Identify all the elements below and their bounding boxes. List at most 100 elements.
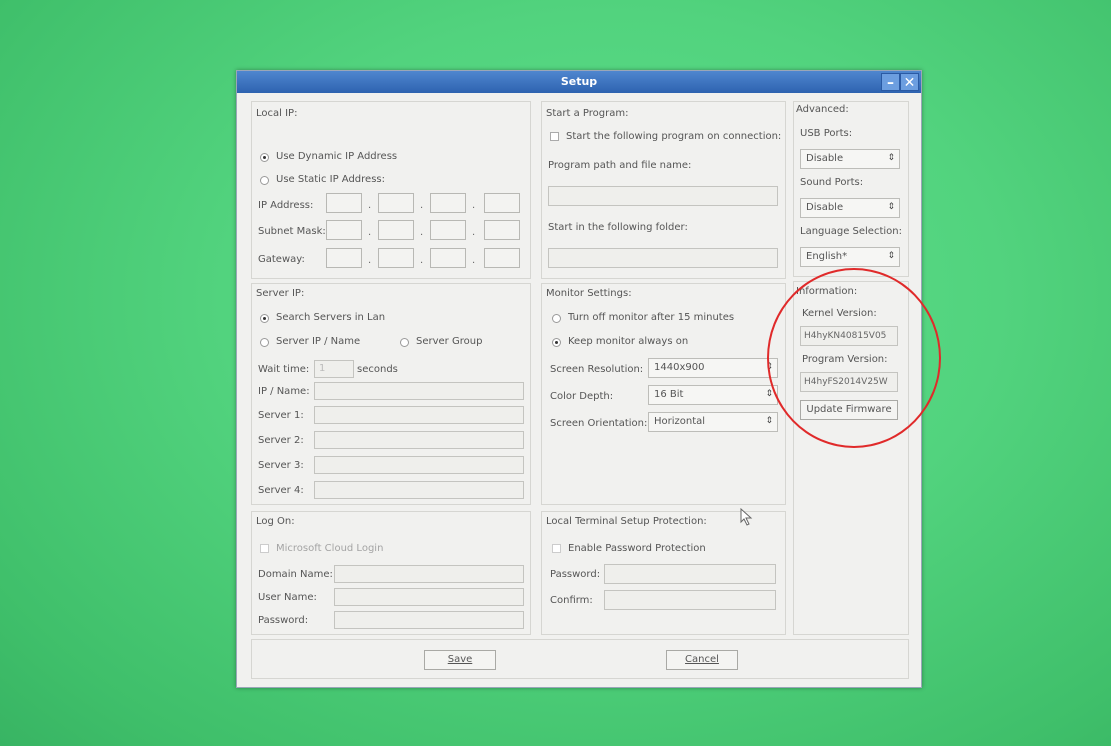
orientation-label: Screen Orientation: (550, 418, 648, 429)
local-ip-title: Local IP: (256, 108, 298, 119)
annotation-circle (767, 268, 941, 448)
server-1-input[interactable] (314, 406, 524, 424)
subnet-octet-2[interactable] (378, 220, 414, 240)
advanced-title: Advanced: (796, 104, 849, 115)
ip-name-input[interactable] (314, 382, 524, 400)
ip-address-label: IP Address: (258, 200, 314, 211)
cancel-button-label: Cancel (685, 654, 719, 665)
color-depth-value: 16 Bit (654, 389, 684, 400)
ip-octet-1[interactable] (326, 193, 362, 213)
resolution-label: Screen Resolution: (550, 364, 644, 375)
ip-name-label: IP / Name: (258, 386, 310, 397)
server-4-input[interactable] (314, 481, 524, 499)
ip-octet-2[interactable] (378, 193, 414, 213)
minimize-icon[interactable]: – (881, 73, 900, 91)
confirm-password-input[interactable] (604, 590, 776, 610)
server-1-label: Server 1: (258, 410, 304, 421)
monitor-settings-group: Monitor Settings: Turn off monitor after… (541, 283, 786, 505)
protection-password-input[interactable] (604, 564, 776, 584)
start-folder-input[interactable] (548, 248, 778, 268)
server-ip-name-radio[interactable] (260, 338, 269, 347)
subnet-octet-3[interactable] (430, 220, 466, 240)
subnet-mask-label: Subnet Mask: (258, 226, 326, 237)
ip-octet-4[interactable] (484, 193, 520, 213)
language-label: Language Selection: (800, 226, 902, 237)
sound-ports-select[interactable]: Disable ⇕ (800, 198, 900, 218)
user-name-label: User Name: (258, 592, 317, 603)
gateway-label: Gateway: (258, 254, 305, 265)
keep-monitor-on-radio[interactable] (552, 338, 561, 347)
cloud-login-label: Microsoft Cloud Login (276, 543, 384, 554)
save-button[interactable]: Save (424, 650, 496, 670)
sound-ports-value: Disable (806, 202, 844, 213)
ip-octet-3[interactable] (430, 193, 466, 213)
language-value: English* (806, 251, 848, 262)
static-ip-label: Use Static IP Address: (276, 174, 385, 185)
close-icon[interactable]: ✕ (900, 73, 919, 91)
resolution-select[interactable]: 1440x900 ⇕ (648, 358, 778, 378)
gateway-dot: . (420, 255, 424, 266)
mouse-cursor-icon (740, 508, 753, 526)
save-button-label: Save (447, 654, 473, 665)
server-group-radio[interactable] (400, 338, 409, 347)
program-path-label: Program path and file name: (548, 160, 692, 171)
server-3-input[interactable] (314, 456, 524, 474)
title-bar[interactable]: Setup – ✕ (237, 71, 921, 93)
enable-password-checkbox[interactable] (552, 544, 561, 553)
subnet-octet-4[interactable] (484, 220, 520, 240)
footer-bar: Save Cancel (251, 639, 909, 679)
language-select[interactable]: English* ⇕ (800, 247, 900, 267)
search-servers-radio[interactable] (260, 314, 269, 323)
gateway-octet-1[interactable] (326, 248, 362, 268)
color-depth-select[interactable]: 16 Bit ⇕ (648, 385, 778, 405)
gateway-octet-3[interactable] (430, 248, 466, 268)
subnet-octet-1[interactable] (326, 220, 362, 240)
server-2-input[interactable] (314, 431, 524, 449)
dynamic-ip-radio[interactable] (260, 153, 269, 162)
static-ip-radio[interactable] (260, 176, 269, 185)
server-ip-name-label: Server IP / Name (276, 336, 361, 347)
server-4-label: Server 4: (258, 485, 304, 496)
orientation-value: Horizontal (654, 416, 706, 427)
usb-ports-label: USB Ports: (800, 128, 853, 139)
user-name-input[interactable] (334, 588, 524, 606)
confirm-label: Confirm: (550, 595, 593, 606)
server-ip-group: Server IP: Search Servers in Lan Server … (251, 283, 531, 505)
wait-time-spinner[interactable]: 1 (314, 360, 354, 378)
domain-name-label: Domain Name: (258, 569, 333, 580)
cancel-button[interactable]: Cancel (666, 650, 738, 670)
cloud-login-checkbox[interactable] (260, 544, 269, 553)
gateway-dot: . (368, 255, 372, 266)
gateway-dot: . (472, 255, 476, 266)
local-ip-group: Local IP: Use Dynamic IP Address Use Sta… (251, 101, 531, 279)
ip-dot: . (420, 200, 424, 211)
domain-name-input[interactable] (334, 565, 524, 583)
keep-monitor-on-label: Keep monitor always on (568, 336, 689, 347)
window-title: Setup (560, 75, 598, 88)
gateway-octet-4[interactable] (484, 248, 520, 268)
usb-ports-select[interactable]: Disable ⇕ (800, 149, 900, 169)
ip-dot: . (472, 200, 476, 211)
setup-protection-title: Local Terminal Setup Protection: (546, 516, 707, 527)
start-program-checkbox-label: Start the following program on connectio… (566, 131, 782, 142)
start-program-title: Start a Program: (546, 108, 629, 119)
start-program-checkbox[interactable] (550, 132, 559, 141)
program-path-input[interactable] (548, 186, 778, 206)
orientation-select[interactable]: Horizontal ⇕ (648, 412, 778, 432)
server-group-label: Server Group (416, 336, 483, 347)
updown-icon: ⇕ (887, 202, 895, 212)
server-ip-title: Server IP: (256, 288, 305, 299)
subnet-dot: . (368, 227, 372, 238)
resolution-value: 1440x900 (654, 362, 705, 373)
password-input[interactable] (334, 611, 524, 629)
start-program-group: Start a Program: Start the following pro… (541, 101, 786, 279)
search-servers-label: Search Servers in Lan (276, 312, 386, 323)
setup-protection-group: Local Terminal Setup Protection: Enable … (541, 511, 786, 635)
seconds-label: seconds (357, 364, 398, 375)
usb-ports-value: Disable (806, 153, 844, 164)
advanced-group: Advanced: USB Ports: Disable ⇕ Sound Por… (793, 101, 909, 277)
updown-icon: ⇕ (765, 416, 773, 426)
wait-time-value: 1 (319, 363, 326, 374)
gateway-octet-2[interactable] (378, 248, 414, 268)
turn-off-monitor-radio[interactable] (552, 314, 561, 323)
